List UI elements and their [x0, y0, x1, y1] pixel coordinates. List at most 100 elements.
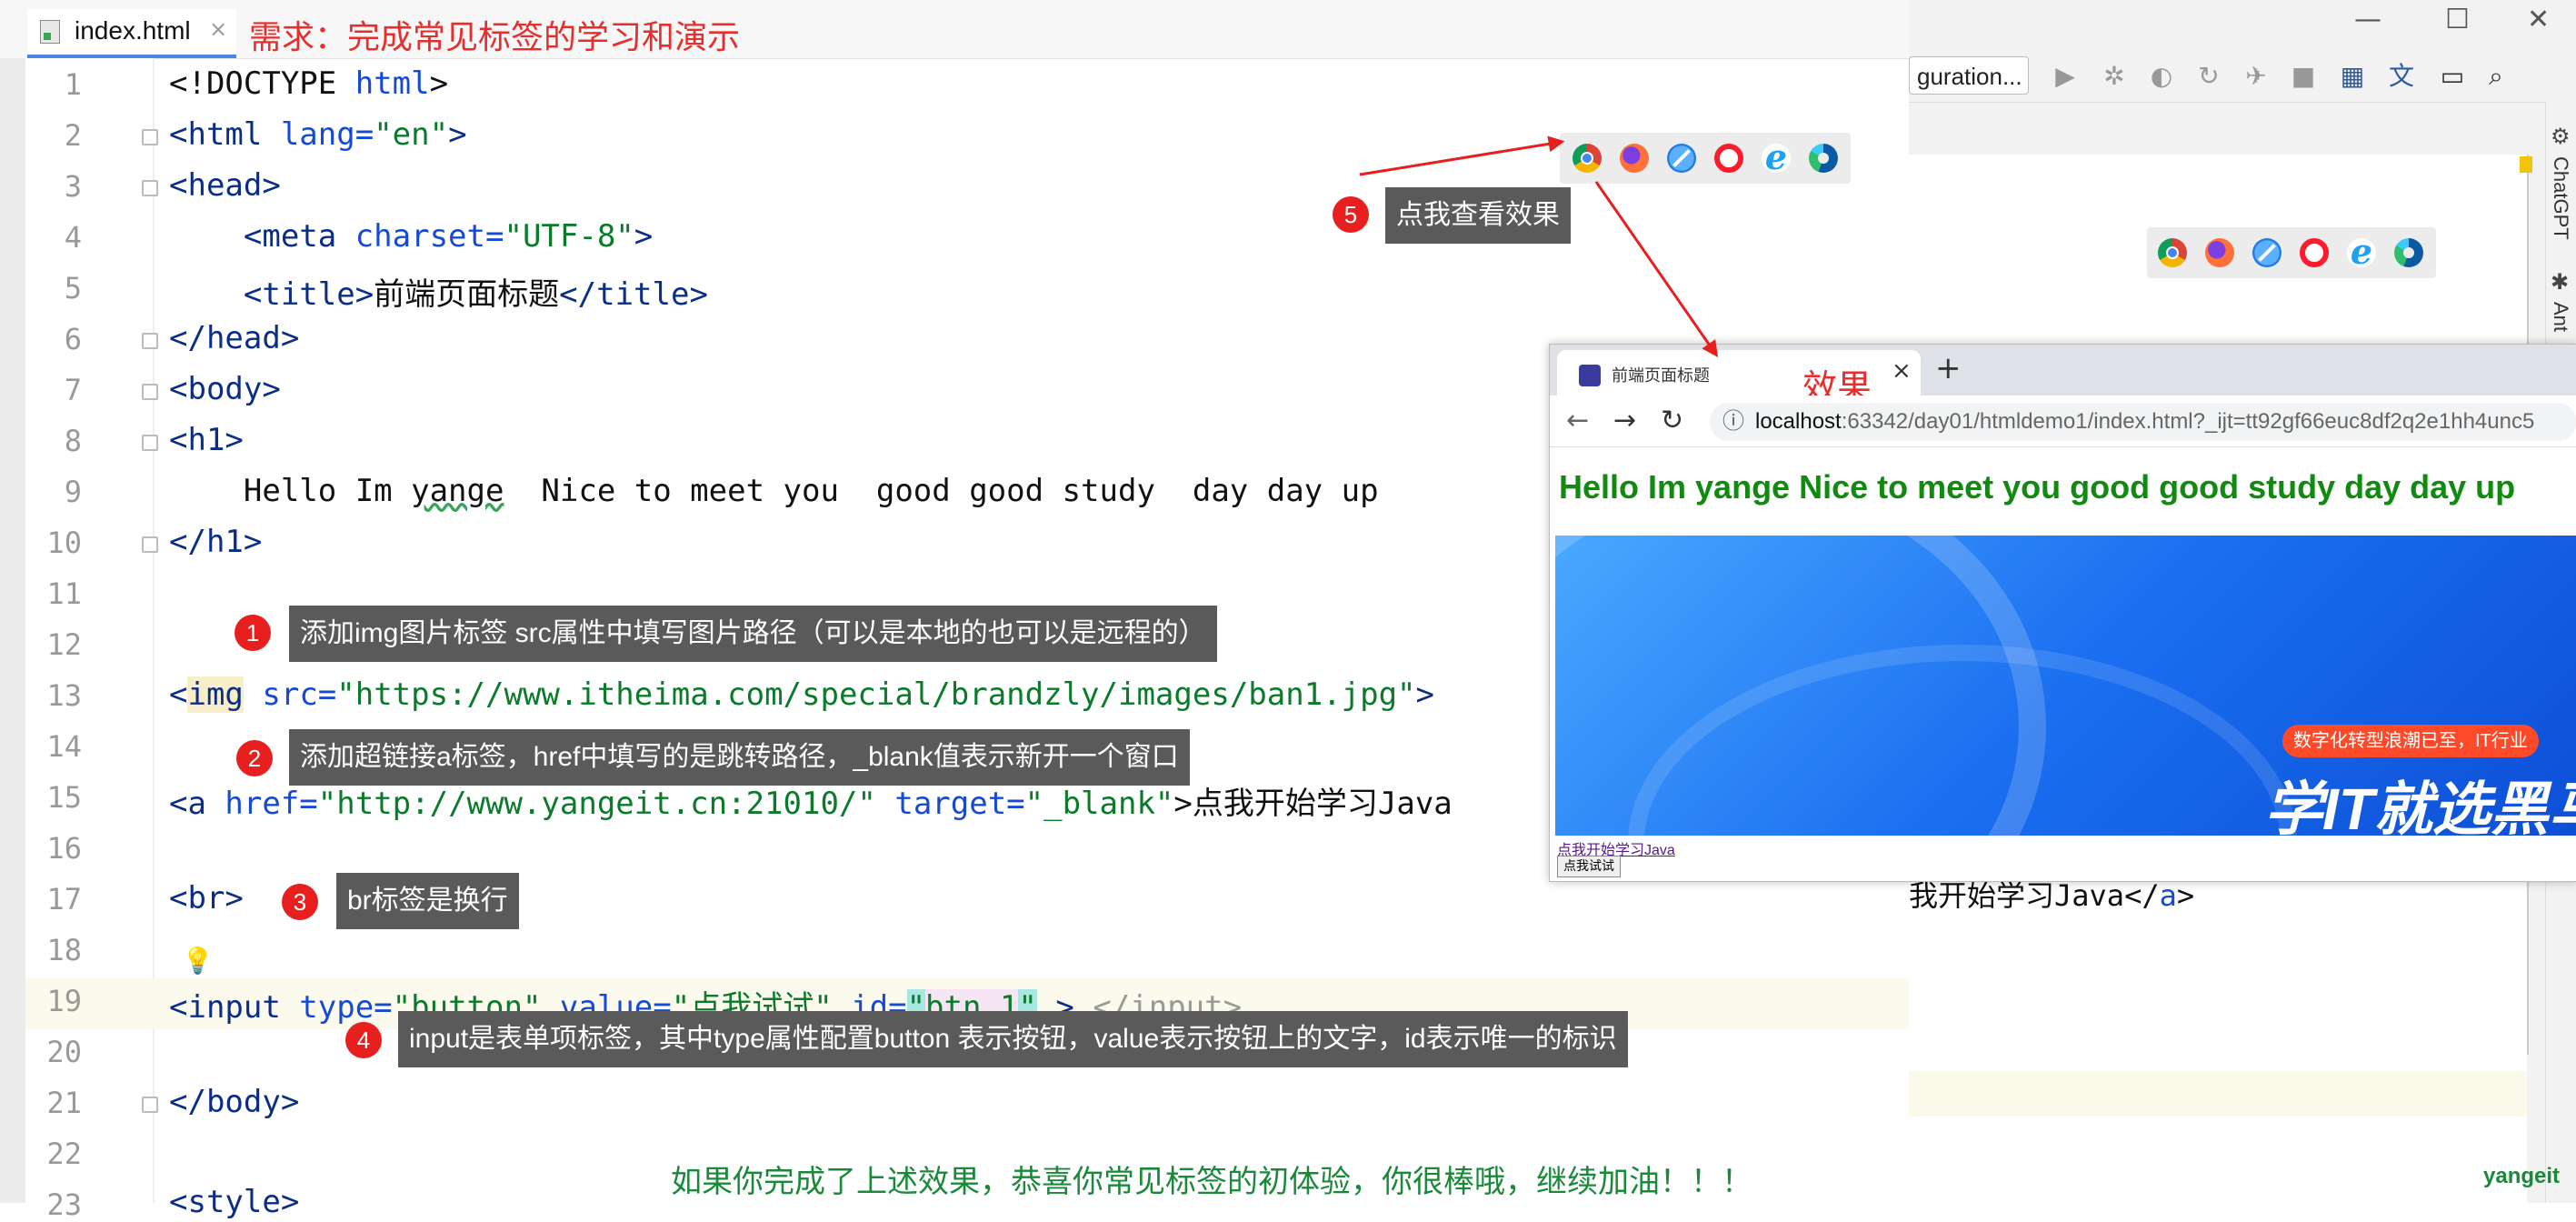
fold-marker[interactable] [142, 536, 158, 553]
edge-icon[interactable] [1809, 144, 1838, 173]
debug-icon[interactable]: ✲ [2094, 56, 2134, 96]
layout-icon[interactable]: ▭ [2432, 56, 2472, 96]
safari-icon[interactable] [1667, 144, 1696, 173]
code-line-8[interactable]: <h1> [169, 422, 244, 458]
firefox-icon[interactable] [1620, 144, 1649, 173]
line-number: 21 [46, 1086, 82, 1120]
opera-icon[interactable] [1714, 144, 1743, 173]
opera-icon[interactable] [2300, 238, 2329, 267]
chatgpt-tool-tab[interactable]: ChatGPT [2549, 156, 2572, 240]
annotation-badge-3: 3 [282, 884, 318, 920]
code-line-10[interactable]: </h1> [169, 524, 262, 560]
info-icon[interactable]: ⓘ [1722, 403, 1744, 441]
annotation-note-2: 添加超链接a标签，href中填写的是跳转路径，_blank值表示新开一个窗口 [289, 729, 1190, 786]
ant-icon[interactable]: ✱ [2551, 269, 2569, 295]
minimize-button[interactable]: — [2354, 4, 2381, 35]
line-number: 13 [46, 678, 82, 713]
browser-nav-bar: ← → ↻ ⓘ localhost:63342/day01/htmldemo1/i… [1550, 396, 2576, 447]
line-number: 6 [64, 322, 82, 356]
chrome-icon[interactable] [1573, 144, 1602, 173]
ide-title-bar: — ☐ ✕ [1909, 0, 2576, 53]
reload-icon[interactable]: ↻ [1661, 405, 1683, 436]
close-window-button[interactable]: ✕ [2527, 4, 2550, 35]
fold-marker[interactable] [142, 435, 158, 451]
project-structure-icon[interactable]: ▦ [2332, 56, 2372, 96]
forward-arrow-icon[interactable]: → [1613, 405, 1636, 436]
chrome-icon[interactable] [2158, 238, 2187, 267]
fold-marker[interactable] [142, 333, 158, 349]
search-icon[interactable]: ⌕ [2476, 56, 2516, 96]
warning-marker[interactable] [2520, 156, 2532, 173]
line-number: 11 [46, 576, 82, 611]
banner-headline: 学IT就选黑马 [2264, 776, 2576, 836]
line-number: 3 [64, 169, 82, 204]
line-number: 9 [64, 475, 82, 509]
ie-icon[interactable] [1762, 136, 1791, 177]
stop-icon[interactable]: ■ [2283, 56, 2323, 96]
line-number: 7 [64, 373, 82, 407]
coverage-icon[interactable]: ◐ [2142, 56, 2182, 96]
line-number: 23 [46, 1187, 82, 1222]
run-icon[interactable]: ▶ [2045, 56, 2085, 96]
favicon-icon [1579, 365, 1601, 386]
line-number: 8 [64, 424, 82, 458]
browser-icon-bar [2147, 227, 2436, 278]
firefox-icon[interactable] [2205, 238, 2234, 267]
line-number: 10 [46, 526, 82, 560]
annotation-badge-2: 2 [236, 740, 273, 776]
editor-tab-bar: index.html × 需求：完成常见标签的学习和演示 [0, 0, 1909, 59]
yangeit-watermark: yangeit [2483, 1164, 2561, 1188]
line-number: 12 [46, 627, 82, 662]
maximize-button[interactable]: ☐ [2445, 4, 2470, 35]
code-line-9[interactable]: Hello Im yange Nice to meet you good goo… [169, 473, 1379, 509]
annotation-note-1: 添加img图片标签 src属性中填写图片路径（可以是本地的也可以是远程的） [289, 606, 1217, 662]
line-number: 1 [64, 67, 82, 102]
edge-icon[interactable] [2394, 238, 2423, 267]
requirement-title: 需求：完成常见标签的学习和演示 [249, 18, 741, 55]
line-number: 20 [46, 1035, 82, 1069]
new-tab-button[interactable]: + [1935, 350, 1962, 386]
code-line-1[interactable]: <!DOCTYPE html> [169, 65, 448, 102]
run-configuration-dropdown[interactable]: guration... [1909, 56, 2029, 95]
line-number: 2 [64, 118, 82, 153]
code-line-7[interactable]: <body> [169, 371, 281, 407]
code-line-5[interactable]: <title>前端页面标题</title> [169, 269, 708, 314]
code-line-23[interactable]: <style> [169, 1184, 299, 1220]
code-line-6[interactable]: </head> [169, 320, 299, 356]
banner-image: 数字化转型浪潮已至，IT行业 学IT就选黑马 [1555, 536, 2576, 836]
code-line-2[interactable]: <html lang="en"> [169, 116, 467, 153]
browser-tab[interactable]: 前端页面标题 效果 × [1557, 350, 1921, 407]
line-number: 4 [64, 220, 82, 255]
line-number: 16 [46, 831, 82, 866]
annotation-note-3: br标签是换行 [336, 873, 519, 929]
code-line-3[interactable]: <head> [169, 167, 281, 204]
code-line-13[interactable]: <img src="https://www.itheima.com/specia… [169, 676, 1434, 713]
browser-tab-close-icon[interactable]: × [1892, 357, 1912, 385]
line-number: 22 [46, 1137, 82, 1171]
line-number: 17 [46, 882, 82, 916]
line-number: 15 [46, 780, 82, 815]
chatgpt-icon[interactable]: ⚙ [2551, 124, 2571, 149]
code-line-17[interactable]: <br> [169, 880, 244, 916]
ant-tool-tab[interactable]: Ant [2549, 302, 2572, 332]
annotation-badge-1: 1 [235, 615, 271, 651]
code-line-21[interactable]: </body> [169, 1084, 299, 1120]
congratulation-message: 如果你完成了上述效果，恭喜你常见标签的初体验，你很棒哦，继续加油！！！ [671, 1165, 1752, 1199]
tab-close-icon[interactable]: × [209, 16, 227, 42]
tab-index-html[interactable]: index.html × [27, 9, 236, 58]
annotation-note-4: input是表单项标签，其中type属性配置button 表示按钮，value表… [398, 1011, 1628, 1067]
fold-marker[interactable] [142, 180, 158, 196]
try-me-button[interactable]: 点我试试 [1557, 856, 1621, 877]
attach-icon[interactable]: ✈ [2236, 56, 2276, 96]
fold-marker[interactable] [142, 129, 158, 145]
fold-marker[interactable] [142, 1097, 158, 1113]
code-line-4[interactable]: <meta charset="UTF-8"> [169, 218, 653, 255]
back-arrow-icon[interactable]: ← [1566, 405, 1589, 436]
lightbulb-icon[interactable]: 💡 [182, 946, 214, 976]
safari-icon[interactable] [2252, 238, 2281, 267]
ie-icon[interactable] [2347, 231, 2376, 272]
fold-marker[interactable] [142, 384, 158, 400]
translate-icon[interactable]: 文 [2381, 56, 2421, 96]
address-bar[interactable]: ⓘ localhost:63342/day01/htmldemo1/index.h… [1710, 403, 2576, 441]
profile-icon[interactable]: ↻ [2189, 56, 2229, 96]
